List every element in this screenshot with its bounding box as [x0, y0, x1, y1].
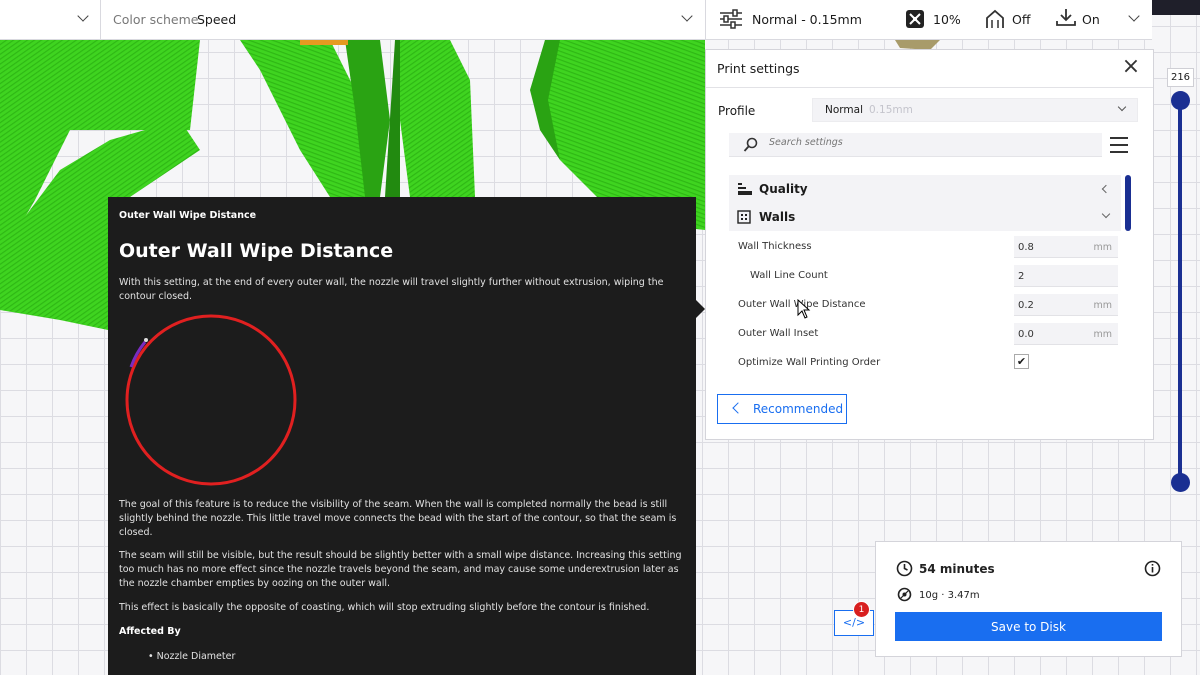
infill-icon [906, 10, 924, 28]
clock-icon [896, 560, 913, 577]
print-result-panel: 54 minutes 10g · 3.47m Save to Disk [875, 541, 1182, 657]
adhesion-icon [1056, 9, 1076, 26]
settings-menu-icon[interactable] [1110, 137, 1130, 154]
setting-label: Optimize Wall Printing Order [738, 357, 881, 368]
search-input[interactable] [769, 137, 1069, 148]
recommended-button[interactable]: Recommended [717, 394, 847, 424]
support-icon [986, 9, 1004, 28]
wall-thickness-field[interactable]: 0.8 mm [1014, 236, 1118, 258]
setting-tooltip: Outer Wall Wipe Distance Outer Wall Wipe… [108, 197, 696, 675]
divider [100, 0, 101, 40]
view-collapse-chevron-icon[interactable] [77, 10, 89, 22]
category-label: Walls [759, 210, 796, 224]
setting-label: Outer Wall Inset [738, 328, 819, 339]
notification-badge: 1 [853, 601, 870, 618]
adhesion-value[interactable]: On [1082, 12, 1100, 27]
setting-row-outer-wall-inset: Outer Wall Inset 0.0 mm [729, 319, 1121, 348]
category-walls[interactable]: Walls [729, 203, 1121, 231]
print-setup-bar[interactable]: Normal - 0.15mm 10% Off On [705, 0, 1152, 40]
affected-by-heading: Affected By [119, 626, 181, 637]
tooltip-paragraph: The seam will still be visible, but the … [119, 550, 682, 589]
tooltip-title: Outer Wall Wipe Distance [119, 240, 394, 262]
info-icon[interactable] [1144, 560, 1161, 577]
layer-number[interactable]: 216 [1167, 68, 1194, 87]
print-time: 54 minutes [919, 562, 995, 576]
profile-summary[interactable]: Normal - 0.15mm [752, 12, 862, 27]
profile-label: Profile [718, 104, 756, 118]
divider [706, 87, 1153, 88]
support-value[interactable]: Off [1012, 12, 1030, 27]
mouse-cursor-icon [797, 299, 811, 319]
color-scheme-dropdown[interactable]: Speed [197, 12, 236, 27]
profile-value: Normal [825, 104, 863, 116]
walls-icon [737, 210, 751, 224]
setting-value: 0.0 [1018, 329, 1034, 340]
affected-by-item: • Nozzle Diameter [148, 651, 236, 662]
wipe-diagram-image [125, 314, 297, 486]
tooltip-arrow [696, 300, 705, 318]
profile-dropdown[interactable]: Normal 0.15mm [812, 98, 1138, 122]
setting-row-wall-line-count: Wall Line Count 2 [729, 261, 1121, 290]
category-label: Quality [759, 182, 808, 196]
tooltip-header: Outer Wall Wipe Distance [119, 210, 257, 221]
tooltip-paragraph: The goal of this feature is to reduce th… [119, 499, 677, 538]
layer-slider-top-handle[interactable] [1171, 91, 1190, 110]
spool-icon [897, 587, 912, 602]
tooltip-intro: With this setting, at the end of every o… [119, 277, 664, 302]
tooltip-paragraph: This effect is basically the opposite of… [119, 602, 650, 613]
search-icon [743, 137, 758, 152]
setting-label: Wall Thickness [738, 241, 812, 252]
chevron-left-icon [732, 402, 744, 414]
print-setup-chevron-icon[interactable] [1128, 10, 1140, 22]
setting-value: 0.2 [1018, 300, 1034, 311]
settings-list[interactable]: Quality Walls Wall Thickness 0.8 mm Wall… [729, 173, 1121, 385]
setting-label: Wall Line Count [750, 270, 828, 281]
color-scheme-chevron-icon[interactable] [681, 10, 693, 22]
color-scheme-label: Color scheme [113, 12, 199, 27]
save-to-disk-button[interactable]: Save to Disk [895, 612, 1162, 641]
close-icon[interactable]: × [1121, 56, 1141, 78]
setting-unit: mm [1093, 242, 1112, 253]
setting-unit: mm [1093, 300, 1112, 311]
setting-unit: mm [1093, 329, 1112, 340]
infill-value[interactable]: 10% [933, 12, 961, 27]
layer-slider-bottom-handle[interactable] [1171, 473, 1190, 492]
view-options-bar: Color scheme Speed [0, 0, 705, 40]
setting-value: 2 [1018, 271, 1025, 282]
settings-sliders-icon [720, 9, 742, 29]
quality-icon [738, 183, 752, 195]
optimize-wall-order-checkbox[interactable]: ✔ [1014, 354, 1029, 369]
profile-sub-value: 0.15mm [869, 104, 913, 116]
window-edge [1152, 0, 1200, 15]
setting-row-optimize-wall-order: Optimize Wall Printing Order ✔ [729, 348, 1121, 377]
outer-wall-wipe-distance-field[interactable]: 0.2 mm [1014, 294, 1118, 316]
print-settings-panel: Print settings × Profile Normal 0.15mm Qu… [705, 49, 1154, 440]
setting-row-wall-thickness: Wall Thickness 0.8 mm [729, 232, 1121, 261]
recommended-label: Recommended [753, 402, 844, 416]
wall-line-count-field[interactable]: 2 [1014, 265, 1118, 287]
setting-value: 0.8 [1018, 242, 1034, 253]
chevron-down-icon [1117, 102, 1127, 112]
layer-slider-track[interactable] [1178, 100, 1182, 482]
print-settings-title: Print settings [717, 61, 800, 76]
search-settings-box[interactable] [729, 133, 1102, 157]
setting-row-outer-wall-wipe-distance: Outer Wall Wipe Distance 0.2 mm [729, 290, 1121, 319]
category-quality[interactable]: Quality [729, 175, 1121, 203]
settings-scrollbar[interactable] [1125, 175, 1131, 231]
outer-wall-inset-field[interactable]: 0.0 mm [1014, 323, 1118, 345]
chevron-down-icon [1101, 209, 1111, 219]
chevron-left-icon [1101, 184, 1111, 194]
material-usage: 10g · 3.47m [919, 590, 980, 601]
